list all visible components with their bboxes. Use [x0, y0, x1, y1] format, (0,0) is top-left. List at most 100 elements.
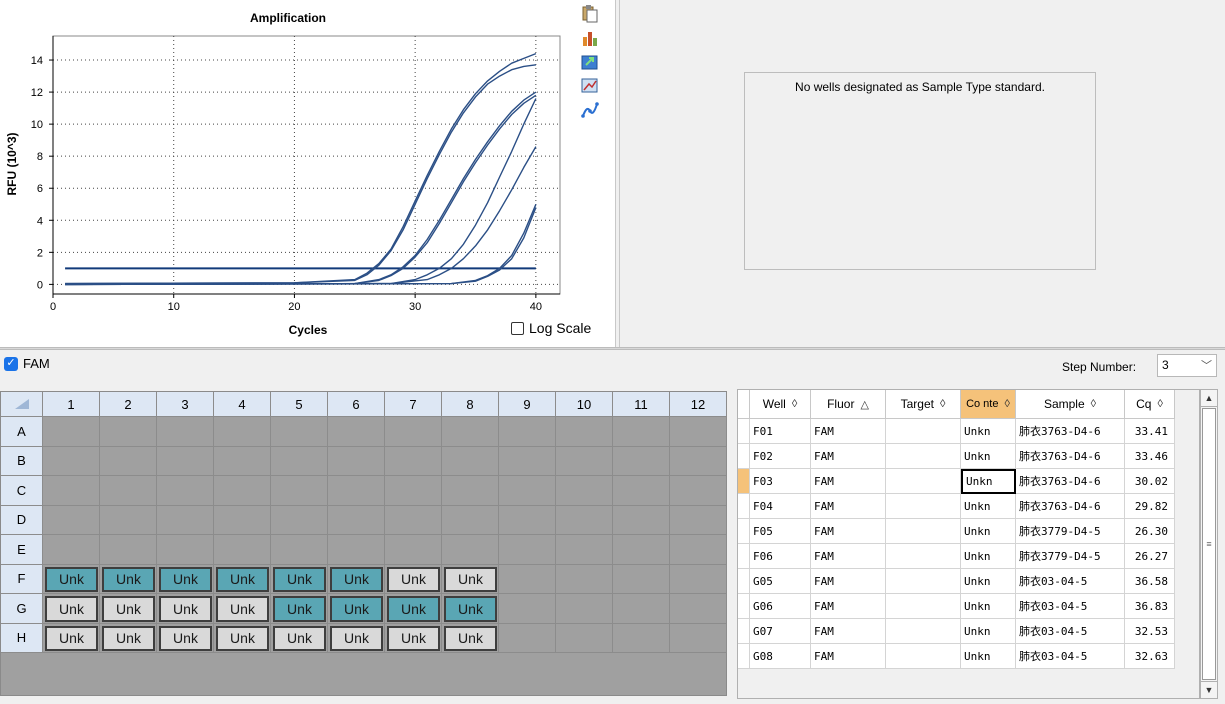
table-cell[interactable]: 32.53	[1125, 619, 1175, 644]
table-cell[interactable]: 29.82	[1125, 494, 1175, 519]
plate-well-F4[interactable]: Unk	[216, 566, 269, 592]
plate-well-H8[interactable]: Unk	[444, 625, 497, 651]
table-cell[interactable]: 36.83	[1125, 594, 1175, 619]
plate-well-empty[interactable]	[556, 623, 613, 653]
plate-well-empty[interactable]	[43, 446, 100, 476]
table-cell[interactable]: Unkn	[961, 494, 1016, 519]
row-indicator[interactable]	[738, 469, 750, 494]
plate-well-empty[interactable]	[328, 535, 385, 565]
plate-well-empty[interactable]	[442, 446, 499, 476]
table-cell[interactable]: Unkn	[961, 644, 1016, 669]
table-cell[interactable]: G07	[750, 619, 811, 644]
row-indicator[interactable]	[738, 569, 750, 594]
plate-well-empty[interactable]	[556, 505, 613, 535]
plate-well-empty[interactable]	[670, 476, 727, 506]
table-cell[interactable]	[886, 494, 961, 519]
table-cell[interactable]: F03	[750, 469, 811, 494]
table-cell[interactable]: F06	[750, 544, 811, 569]
plate-well-empty[interactable]	[157, 505, 214, 535]
plate-column-header[interactable]: 8	[442, 392, 499, 417]
plate-well-empty[interactable]	[670, 505, 727, 535]
row-indicator[interactable]	[738, 419, 750, 444]
plate-well-empty[interactable]	[100, 505, 157, 535]
plate-well-F7[interactable]: Unk	[387, 566, 440, 592]
plate-well-empty[interactable]	[613, 476, 670, 506]
step-number-select[interactable]: 3 ﹀	[1157, 354, 1217, 377]
plate-well-empty[interactable]	[385, 476, 442, 506]
plate-well-empty[interactable]	[271, 535, 328, 565]
plate-row-header[interactable]: G	[1, 594, 43, 624]
plate-well-F1[interactable]: Unk	[45, 566, 98, 592]
row-indicator[interactable]	[738, 594, 750, 619]
row-indicator[interactable]	[738, 544, 750, 569]
table-cell[interactable]: Unkn	[961, 544, 1016, 569]
table-cell[interactable]: F04	[750, 494, 811, 519]
plate-well-F6[interactable]: Unk	[330, 566, 383, 592]
plate-well-empty[interactable]	[385, 535, 442, 565]
table-cell[interactable]: FAM	[811, 494, 886, 519]
plate-well-empty[interactable]	[157, 417, 214, 447]
plate-well-H2[interactable]: Unk	[102, 625, 155, 651]
plate-well-G4[interactable]: Unk	[216, 596, 269, 622]
table-cell[interactable]	[886, 469, 961, 494]
row-indicator[interactable]	[738, 494, 750, 519]
plate-well-empty[interactable]	[670, 535, 727, 565]
plate-well-G2[interactable]: Unk	[102, 596, 155, 622]
table-cell[interactable]: FAM	[811, 569, 886, 594]
plate-well-empty[interactable]	[43, 476, 100, 506]
scroll-up-button[interactable]: ▲	[1201, 390, 1217, 407]
plate-well-empty[interactable]	[499, 623, 556, 653]
table-cell[interactable]: 肺衣3779-D4-5	[1016, 519, 1125, 544]
table-cell[interactable]: 26.27	[1125, 544, 1175, 569]
plate-well-H1[interactable]: Unk	[45, 625, 98, 651]
plate-well-empty[interactable]	[271, 446, 328, 476]
plate-well-H5[interactable]: Unk	[273, 625, 326, 651]
plate-well-empty[interactable]	[556, 417, 613, 447]
plate-well-empty[interactable]	[214, 446, 271, 476]
table-cell[interactable]: 36.58	[1125, 569, 1175, 594]
table-cell[interactable]: FAM	[811, 444, 886, 469]
table-cell[interactable]: 肺衣3763-D4-6	[1016, 469, 1125, 494]
plate-row-header[interactable]: B	[1, 446, 43, 476]
column-header[interactable]: Fluor △	[811, 390, 886, 419]
plate-well-empty[interactable]	[499, 417, 556, 447]
plate-well-empty[interactable]	[499, 446, 556, 476]
plate-well-empty[interactable]	[214, 505, 271, 535]
plate-well-empty[interactable]	[670, 623, 727, 653]
plate-row-header[interactable]: F	[1, 564, 43, 594]
plate-well-empty[interactable]	[499, 476, 556, 506]
table-cell[interactable]: FAM	[811, 419, 886, 444]
plate-column-header[interactable]: 4	[214, 392, 271, 417]
plate-well-empty[interactable]	[100, 446, 157, 476]
table-cell[interactable]: 肺衣03-04-5	[1016, 569, 1125, 594]
plate-column-header[interactable]: 10	[556, 392, 613, 417]
plate-well-F2[interactable]: Unk	[102, 566, 155, 592]
plate-well-empty[interactable]	[499, 505, 556, 535]
plate-column-header[interactable]: 11	[613, 392, 670, 417]
table-cell[interactable]: 26.30	[1125, 519, 1175, 544]
plate-well-empty[interactable]	[556, 564, 613, 594]
plate-well-empty[interactable]	[100, 535, 157, 565]
column-header[interactable]: Co nte ◊	[961, 390, 1016, 419]
plate-column-header[interactable]: 3	[157, 392, 214, 417]
plate-well-H4[interactable]: Unk	[216, 625, 269, 651]
plate-well-empty[interactable]	[271, 505, 328, 535]
plate-well-empty[interactable]	[442, 476, 499, 506]
plate-well-empty[interactable]	[556, 535, 613, 565]
fluor-toggle[interactable]: ✓ FAM	[4, 356, 50, 371]
table-cell[interactable]: F02	[750, 444, 811, 469]
table-cell[interactable]: Unkn	[961, 569, 1016, 594]
table-cell[interactable]	[886, 594, 961, 619]
plate-well-empty[interactable]	[499, 535, 556, 565]
table-cell[interactable]: FAM	[811, 544, 886, 569]
plate-corner-select-all[interactable]	[1, 392, 43, 417]
plate-table-splitter[interactable]	[727, 388, 737, 704]
table-cell[interactable]: Unkn	[961, 469, 1016, 494]
plate-well-empty[interactable]	[385, 417, 442, 447]
plate-well-empty[interactable]	[157, 476, 214, 506]
plate-well-G6[interactable]: Unk	[330, 596, 383, 622]
table-cell[interactable]: 肺衣3763-D4-6	[1016, 444, 1125, 469]
plate-well-empty[interactable]	[328, 476, 385, 506]
table-cell[interactable]: 肺衣03-04-5	[1016, 619, 1125, 644]
plate-well-empty[interactable]	[442, 505, 499, 535]
